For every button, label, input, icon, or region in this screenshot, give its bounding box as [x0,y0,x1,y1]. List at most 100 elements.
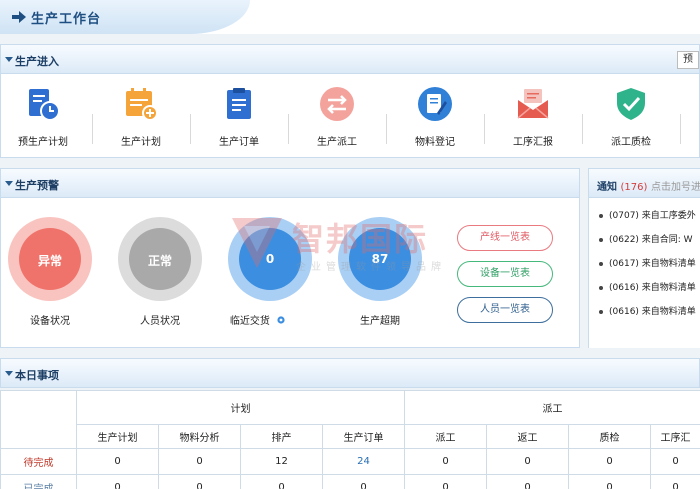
row-label-pending: 待完成 [0,448,77,475]
equipment-status-ring[interactable]: 异常 [8,217,92,301]
bullet-dot [599,261,603,266]
equipment-status-value: 异常 [37,254,62,268]
warning-section-header[interactable]: 生产预警 [0,168,580,198]
notice-item[interactable]: (0616) 来自物料清单 [599,304,696,317]
table-cell[interactable]: 0 [76,448,159,475]
entry-pre-production-plan[interactable]: 预生产计划 [0,86,92,148]
table-cell[interactable]: 0 [404,474,487,489]
entry-production-order[interactable]: 生产订单 [190,86,288,148]
mail-report-icon [517,89,549,119]
table-cell[interactable]: 0 [404,448,487,475]
column-header: 排产 [240,424,323,449]
group-plan-header: 计划 [76,390,405,425]
entry-production-dispatch[interactable]: 生产派工 [288,86,386,148]
collapse-triangle-icon[interactable] [5,371,13,376]
near-delivery-circle: 0 [239,228,301,290]
production-overdue-ring[interactable]: 87 [338,217,422,301]
near-delivery-value: 0 [265,252,275,266]
production-overdue-value: 87 [371,252,389,266]
table-cell[interactable]: 0 [486,448,569,475]
clipboard-list-icon [227,88,251,119]
near-delivery-ring[interactable]: 0 [228,217,312,301]
bullet-dot [599,237,603,242]
entry-section-header[interactable]: 生产进入 预 [0,44,700,74]
entry-label: 预生产计划 [18,137,68,148]
production-overdue-label: 生产超期 [360,316,400,327]
table-group-row: 计划 派工 [0,390,700,449]
arrow-right-icon [12,11,26,23]
group-dispatch-header: 派工 [404,390,700,425]
divider [680,114,681,144]
warning-panel: 异常 设备状况 正常 人员状况 0 临近交货 87 生产超期 产线一览表 设备一… [0,198,580,348]
collapse-triangle-icon[interactable] [5,181,13,186]
column-header: 派工 [404,424,487,449]
table-cell[interactable]: 0 [650,474,700,489]
entry-material-registration[interactable]: 物料登记 [386,86,484,148]
entry-dispatch-quality-check[interactable]: 派工质检 [582,86,680,148]
notice-item-text: (0616) 来自物料清单 [609,307,696,317]
personnel-status-ring[interactable]: 正常 [118,217,202,301]
table-cell[interactable]: 0 [650,448,700,475]
shield-check-icon [617,88,645,120]
notice-hint: 点击加号进 [651,182,700,193]
entry-label: 工序汇报 [513,137,553,148]
personnel-status-value: 正常 [147,254,172,268]
entry-panel: 预生产计划 生产计划 生产订单 生产派工 物料登记 工序汇报 派工质检 [0,74,700,158]
gear-icon[interactable] [276,315,286,325]
today-section-title: 本日事项 [15,369,59,382]
column-header: 生产订单 [322,424,405,449]
entry-production-plan[interactable]: 生产计划 [92,86,190,148]
table-cell[interactable]: 24 [322,448,405,475]
today-section-header[interactable]: 本日事项 [0,358,700,388]
table-row: 待完成 0 0 12 24 0 0 0 0 [0,448,700,475]
table-cell[interactable]: 0 [568,448,651,475]
warning-section-title: 生产预警 [15,179,59,192]
table-cell[interactable]: 0 [240,474,323,489]
column-header: 物料分析 [158,424,241,449]
table-cell[interactable]: 0 [158,474,241,489]
personnel-list-button[interactable]: 人员一览表 [457,297,553,323]
table-cell[interactable]: 0 [322,474,405,489]
notice-item[interactable]: (0622) 来自合同: W [599,232,693,245]
production-line-list-button[interactable]: 产线一览表 [457,225,553,251]
collapse-triangle-icon[interactable] [5,57,13,62]
table-cell[interactable]: 0 [486,474,569,489]
equipment-status-circle: 异常 [19,228,81,290]
row-label-completed: 已完成 [0,474,77,489]
equipment-status-label: 设备状况 [30,316,70,327]
notice-item[interactable]: (0617) 来自物料清单 [599,256,696,269]
notice-item[interactable]: (0616) 来自物料清单 [599,280,696,293]
personnel-status-circle: 正常 [129,228,191,290]
notice-title-wrap: 通知 (176) [597,178,647,193]
table-cell[interactable]: 12 [240,448,323,475]
notice-header[interactable]: 通知 (176) 点击加号进 [588,168,700,198]
entry-label: 物料登记 [415,137,455,148]
notice-count: (176) [620,182,648,193]
table-header-row: 生产计划 物料分析 排产 生产订单 派工 返工 质检 工序汇 [1,424,700,449]
table-row: 已完成 0 0 0 0 0 0 0 0 [0,474,700,489]
notice-item[interactable]: (0707) 来自工序委外 [599,208,696,221]
notice-title: 通知 [597,182,617,193]
near-delivery-label: 临近交货 [229,316,270,327]
calendar-plus-icon [126,88,158,121]
notice-item-text: (0622) 来自合同: W [609,235,693,245]
table-cell[interactable]: 0 [76,474,159,489]
table-cell[interactable]: 0 [568,474,651,489]
table-cell[interactable]: 0 [158,448,241,475]
entry-section-title: 生产进入 [15,55,59,68]
equipment-list-button[interactable]: 设备一览表 [457,261,553,287]
exchange-arrows-icon [320,87,354,121]
bullet-dot [599,213,603,218]
bullet-dot [599,285,603,290]
edit-note-icon [418,87,452,121]
today-table: 计划 派工 生产计划 物料分析 排产 生产订单 派工 返工 质检 工序汇 待完成… [0,390,700,489]
document-clock-icon [29,89,60,121]
bullet-dot [599,309,603,314]
entry-label: 生产订单 [219,137,259,148]
personnel-status-label: 人员状况 [140,316,180,327]
page-title: 生产工作台 [31,12,102,27]
entry-process-report[interactable]: 工序汇报 [484,86,582,148]
pre-button[interactable]: 预 [677,51,699,69]
column-header: 返工 [486,424,569,449]
entry-label: 生产计划 [121,137,161,148]
